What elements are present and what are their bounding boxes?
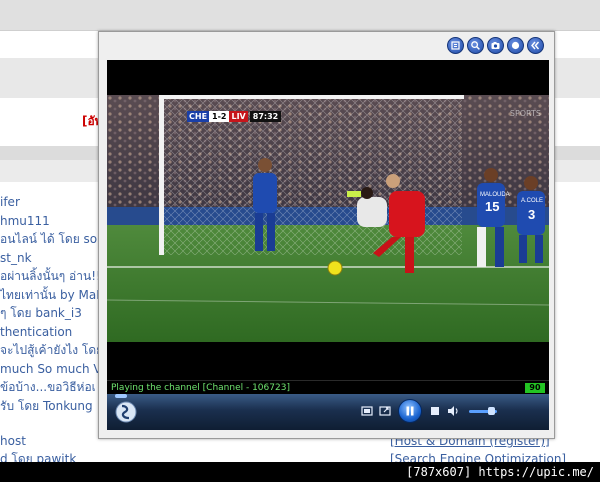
playlist-icon[interactable] <box>360 404 374 418</box>
status-text: Playing the channel [Channel - 106723] <box>111 383 290 393</box>
player-status-bar: Playing the channel [Channel - 106723] 9… <box>107 380 549 395</box>
shirt-number-15: 15 <box>485 199 499 214</box>
stop-icon[interactable] <box>428 404 442 418</box>
volume-icon[interactable] <box>446 404 460 418</box>
media-player: 15 MALOUDA 3 A.COLE CHE 1-2 LIV 87:32 SP… <box>107 60 549 430</box>
popup-toolbar <box>447 37 544 54</box>
pause-button[interactable] <box>398 399 422 423</box>
video-frame[interactable]: 15 MALOUDA 3 A.COLE CHE 1-2 LIV 87:32 SP… <box>107 95 549 342</box>
popout-icon[interactable] <box>378 404 392 418</box>
home-team-abbr: CHE <box>187 111 210 122</box>
shirt-name-malouda: MALOUDA <box>480 192 510 198</box>
video-popup-window: 15 MALOUDA 3 A.COLE CHE 1-2 LIV 87:32 SP… <box>98 31 555 439</box>
record-icon <box>511 41 520 50</box>
score-bug: CHE 1-2 LIV 87:32 <box>187 111 282 122</box>
broadcaster-watermark: SPORTS <box>509 109 541 118</box>
pause-icon <box>406 406 414 416</box>
player-control-bar <box>107 394 549 430</box>
player-logo-icon <box>115 401 137 423</box>
shirt-number-3: 3 <box>528 207 535 222</box>
seek-bar-handle[interactable] <box>115 394 127 398</box>
football-ball <box>327 260 343 276</box>
upload-watermark: [787x607] https://upic.me/ <box>0 462 600 482</box>
signal-indicator: 90 <box>525 383 545 393</box>
match-clock: 87:32 <box>249 111 282 122</box>
screenshot-icon <box>491 42 500 49</box>
back-button[interactable] <box>527 37 544 54</box>
match-score: 1-2 <box>209 111 230 122</box>
back-icon <box>531 41 540 50</box>
screenshot-button[interactable] <box>487 37 504 54</box>
search-button[interactable] <box>467 37 484 54</box>
menu-button[interactable] <box>447 37 464 54</box>
search-icon <box>471 41 480 50</box>
record-button[interactable] <box>507 37 524 54</box>
away-team-abbr: LIV <box>229 111 248 122</box>
menu-icon <box>451 41 460 50</box>
forum-top-bar <box>0 0 600 31</box>
shirt-name-cole: A.COLE <box>521 198 543 204</box>
football-match-scene: 15 MALOUDA 3 A.COLE <box>107 95 549 342</box>
volume-slider-handle[interactable] <box>488 407 495 415</box>
